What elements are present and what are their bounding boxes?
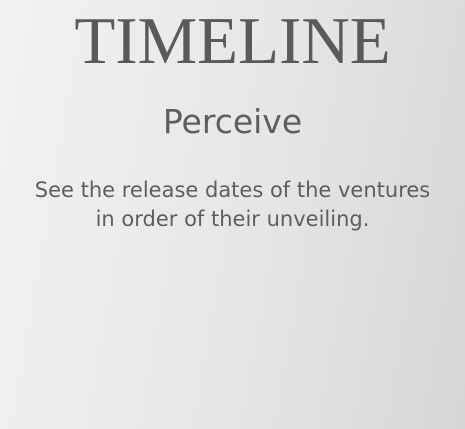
panel-title: TIMELINE [74, 4, 391, 78]
panel-subtitle: Perceive [162, 102, 303, 141]
timeline-panel: TIMELINE Perceive See the release dates … [0, 0, 465, 429]
panel-description: See the release dates of the ventures in… [34, 178, 431, 231]
